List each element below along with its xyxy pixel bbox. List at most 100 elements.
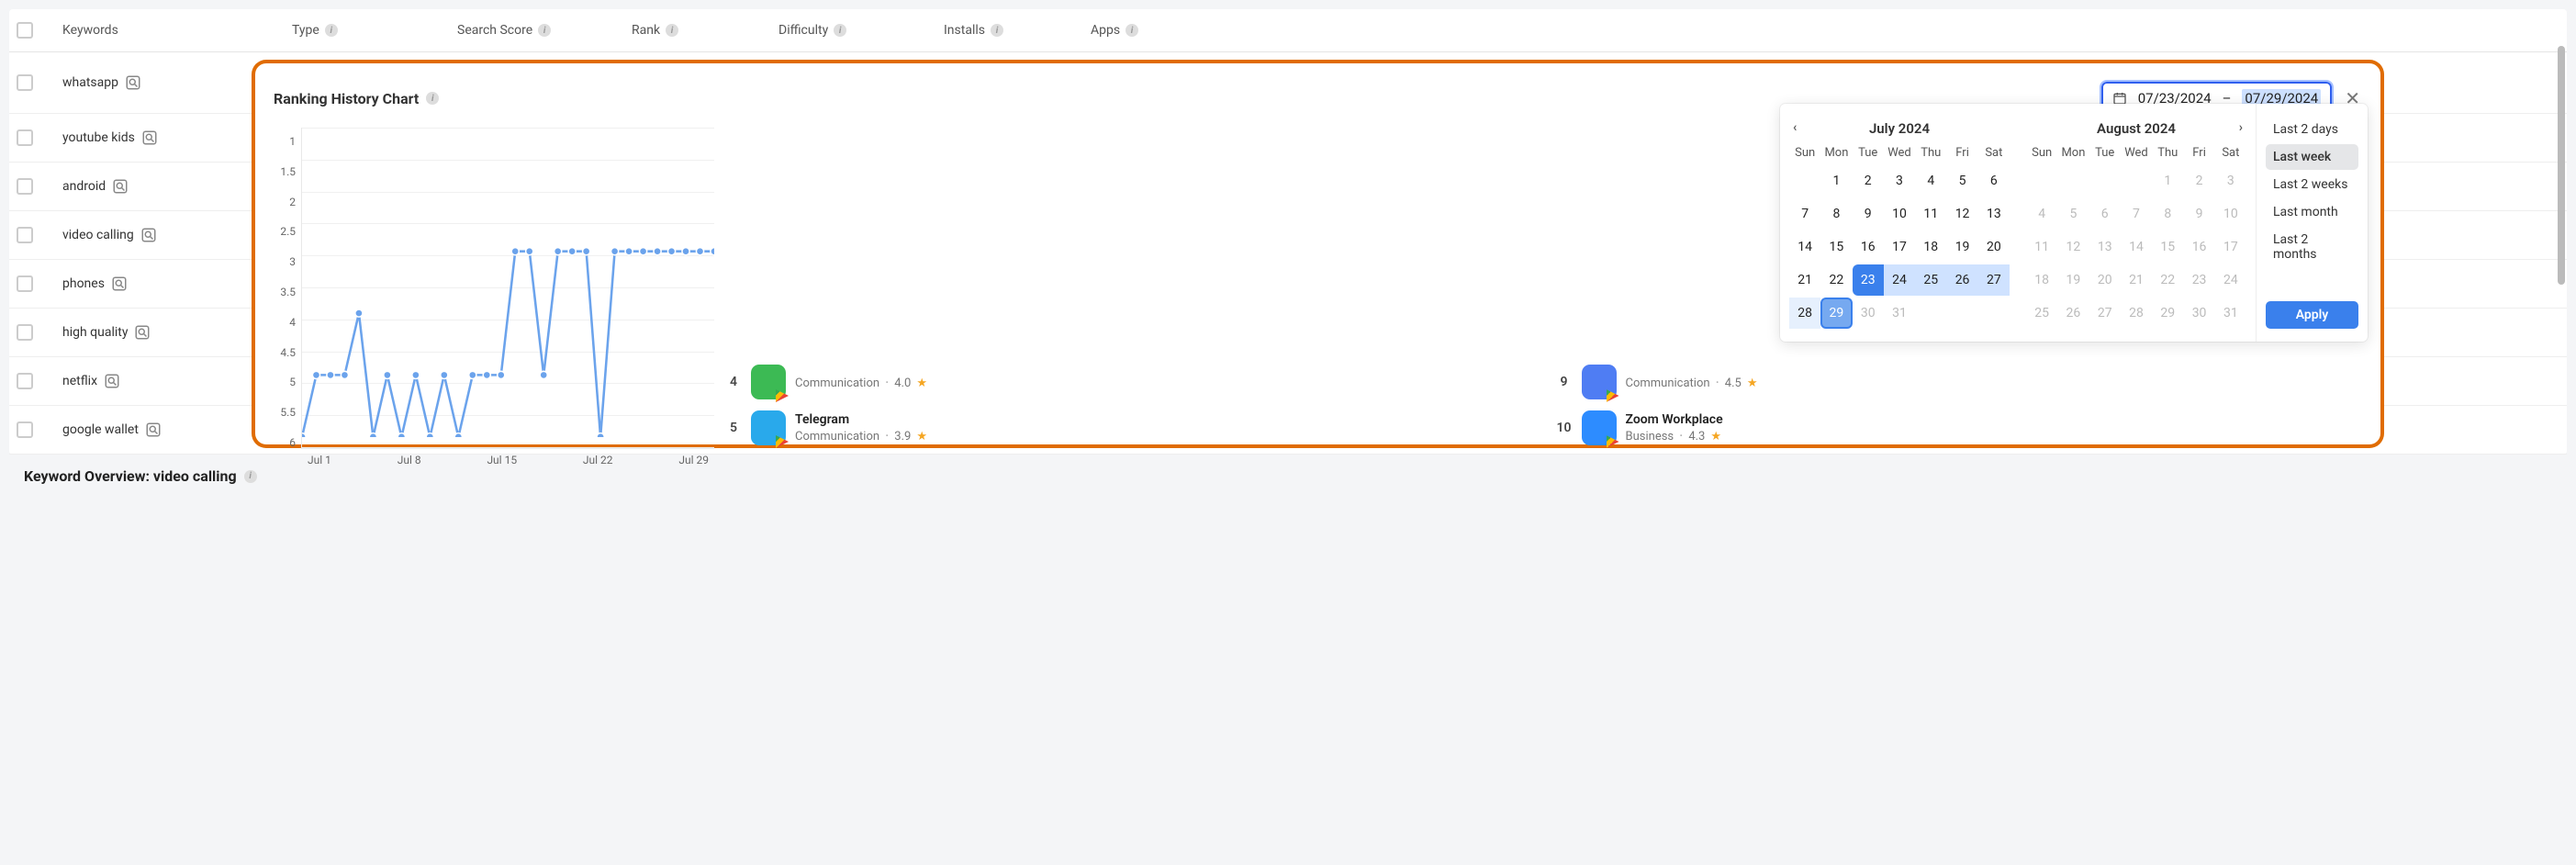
calendar-day[interactable]: 13 [2089, 231, 2121, 263]
calendar-day[interactable]: 4 [1915, 165, 1946, 197]
date-preset[interactable]: Last week [2266, 144, 2358, 170]
calendar-day[interactable]: 28 [1789, 298, 1820, 329]
calendar-day[interactable] [2026, 165, 2057, 197]
calendar-day[interactable]: 8 [2152, 198, 2183, 230]
prev-month-icon[interactable]: ‹ [1793, 120, 1797, 135]
calendar-day[interactable]: 15 [1820, 231, 1852, 263]
calendar-day[interactable]: 12 [1946, 198, 1977, 230]
calendar-day[interactable]: 9 [1853, 198, 1884, 230]
calendar-day[interactable]: 15 [2152, 231, 2183, 263]
select-all-checkbox[interactable] [17, 22, 33, 39]
calendar-day[interactable]: 30 [1853, 298, 1884, 329]
calendar-day[interactable]: 19 [2057, 264, 2089, 296]
apply-button[interactable]: Apply [2266, 301, 2358, 329]
info-icon[interactable]: i [991, 24, 1003, 37]
calendar-day[interactable]: 12 [2057, 231, 2089, 263]
calendar-day[interactable]: 25 [1915, 264, 1946, 296]
calendar-day[interactable]: 30 [2183, 298, 2214, 329]
calendar-day[interactable]: 31 [2215, 298, 2246, 329]
calendar-day[interactable]: 14 [2121, 231, 2152, 263]
calendar-day[interactable]: 20 [1978, 231, 2010, 263]
calendar-day[interactable]: 11 [1915, 198, 1946, 230]
calendar-day[interactable]: 6 [2089, 198, 2121, 230]
calendar-day[interactable]: 24 [1884, 264, 1915, 296]
calendar-day[interactable] [1789, 165, 1820, 197]
info-icon[interactable]: i [244, 470, 257, 483]
calendar-day[interactable]: 6 [1978, 165, 2010, 197]
app-item[interactable]: 5 Telegram Communication·3.9★ [725, 410, 1532, 445]
calendar-day[interactable]: 21 [1789, 264, 1820, 296]
calendar-day[interactable]: 27 [2089, 298, 2121, 329]
keyword-search-icon[interactable] [110, 275, 129, 293]
calendar-day[interactable]: 17 [1884, 231, 1915, 263]
info-icon[interactable]: i [834, 24, 846, 37]
calendar-day[interactable]: 18 [2026, 264, 2057, 296]
calendar-day[interactable]: 22 [1820, 264, 1852, 296]
calendar-day[interactable]: 4 [2026, 198, 2057, 230]
info-icon[interactable]: i [426, 92, 439, 105]
calendar-day[interactable]: 1 [1820, 165, 1852, 197]
calendar-day[interactable] [2121, 165, 2152, 197]
keyword-search-icon[interactable] [140, 129, 159, 147]
row-checkbox[interactable] [17, 373, 33, 389]
keyword-search-icon[interactable] [103, 372, 121, 390]
calendar-day[interactable]: 26 [1946, 264, 1977, 296]
row-checkbox[interactable] [17, 324, 33, 341]
row-checkbox[interactable] [17, 227, 33, 243]
calendar-day[interactable]: 7 [1789, 198, 1820, 230]
calendar-day[interactable]: 31 [1884, 298, 1915, 329]
calendar-day[interactable]: 14 [1789, 231, 1820, 263]
keyword-search-icon[interactable] [111, 177, 129, 196]
calendar-day[interactable]: 29 [1820, 298, 1852, 329]
app-item[interactable]: 10 Zoom Workplace Business·4.3★ [1556, 410, 2363, 445]
info-icon[interactable]: i [1126, 24, 1138, 37]
row-checkbox[interactable] [17, 129, 33, 146]
calendar-day[interactable]: 24 [2215, 264, 2246, 296]
row-checkbox[interactable] [17, 74, 33, 91]
calendar-day[interactable]: 1 [2152, 165, 2183, 197]
date-preset[interactable]: Last 2 days [2266, 117, 2358, 142]
calendar-day[interactable]: 28 [2121, 298, 2152, 329]
calendar-day[interactable]: 21 [2121, 264, 2152, 296]
calendar-day[interactable]: 16 [2183, 231, 2214, 263]
calendar-day[interactable] [1915, 298, 1946, 329]
calendar-day[interactable]: 26 [2057, 298, 2089, 329]
calendar-day[interactable]: 7 [2121, 198, 2152, 230]
keyword-search-icon[interactable] [140, 226, 158, 244]
calendar-day[interactable]: 13 [1978, 198, 2010, 230]
calendar-day[interactable]: 9 [2183, 198, 2214, 230]
keyword-search-icon[interactable] [133, 323, 151, 342]
calendar-day[interactable]: 29 [2152, 298, 2183, 329]
row-checkbox[interactable] [17, 421, 33, 438]
calendar-day[interactable]: 2 [2183, 165, 2214, 197]
calendar-day[interactable]: 23 [1853, 264, 1884, 296]
calendar-day[interactable]: 20 [2089, 264, 2121, 296]
calendar-day[interactable] [1978, 298, 2010, 329]
calendar-day[interactable] [2057, 165, 2089, 197]
calendar-day[interactable]: 2 [1853, 165, 1884, 197]
calendar-day[interactable]: 17 [2215, 231, 2246, 263]
calendar-day[interactable]: 10 [1884, 198, 1915, 230]
calendar-day[interactable]: 23 [2183, 264, 2214, 296]
scrollbar[interactable] [2558, 46, 2565, 285]
date-preset[interactable]: Last month [2266, 199, 2358, 225]
app-item[interactable]: 9 Communication·4.5★ [1556, 365, 2363, 399]
calendar-day[interactable]: 22 [2152, 264, 2183, 296]
row-checkbox[interactable] [17, 275, 33, 292]
calendar-day[interactable]: 11 [2026, 231, 2057, 263]
calendar-day[interactable]: 5 [1946, 165, 1977, 197]
keyword-search-icon[interactable] [144, 421, 162, 439]
calendar-day[interactable]: 18 [1915, 231, 1946, 263]
calendar-day[interactable]: 27 [1978, 264, 2010, 296]
calendar-day[interactable] [2089, 165, 2121, 197]
calendar-day[interactable]: 10 [2215, 198, 2246, 230]
info-icon[interactable]: i [325, 24, 338, 37]
calendar-day[interactable]: 16 [1853, 231, 1884, 263]
app-item[interactable]: 4 Communication·4.0★ [725, 365, 1532, 399]
calendar-day[interactable]: 3 [2215, 165, 2246, 197]
calendar-day[interactable]: 3 [1884, 165, 1915, 197]
calendar-day[interactable]: 19 [1946, 231, 1977, 263]
calendar-day[interactable] [1946, 298, 1977, 329]
date-preset[interactable]: Last 2 months [2266, 227, 2358, 267]
date-preset[interactable]: Last 2 weeks [2266, 172, 2358, 197]
